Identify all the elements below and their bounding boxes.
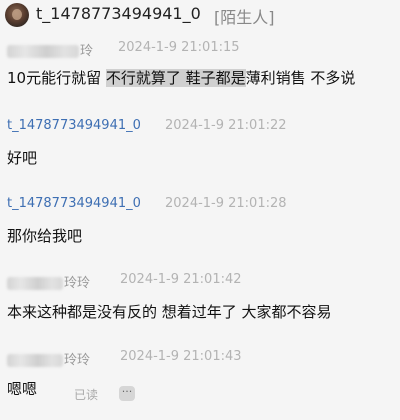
message-text: 10元能行就留 不行就算了 鞋子都是薄利销售 不多说	[7, 69, 356, 87]
message-text: 嗯嗯	[7, 380, 38, 398]
redacted-name	[7, 354, 63, 367]
message-text: 那你给我吧	[7, 227, 83, 245]
message-sender[interactable]: 玲	[7, 40, 93, 59]
message-time: 2024-1-9 21:01:28	[165, 196, 287, 211]
message-time: 2024-1-9 21:01:22	[165, 118, 287, 133]
more-options-icon[interactable]: ···	[119, 386, 135, 401]
redacted-name	[7, 277, 63, 290]
message-time: 2024-1-9 21:01:42	[120, 272, 242, 287]
message-sender[interactable]: 玲玲	[7, 272, 90, 291]
message-text: 好吧	[7, 149, 38, 167]
contact-name[interactable]: t_1478773494941_0	[36, 4, 201, 23]
read-status: 已读	[74, 388, 99, 402]
stranger-tag: [陌生人]	[214, 8, 275, 27]
message-time: 2024-1-9 21:01:15	[118, 40, 240, 55]
chat-header: t_1478773494941_0 [陌生人]	[0, 0, 400, 28]
text-selection: 不行就算了 鞋子都是	[105, 69, 246, 87]
chat-window: t_1478773494941_0 [陌生人] 玲 2024-1-9 21:01…	[0, 0, 400, 420]
redacted-name	[7, 45, 79, 58]
message-time: 2024-1-9 21:01:43	[120, 349, 242, 364]
message-sender[interactable]: t_1478773494941_0	[7, 118, 141, 133]
contact-avatar[interactable]	[5, 3, 29, 27]
message-sender[interactable]: t_1478773494941_0	[7, 196, 141, 211]
message-sender[interactable]: 玲玲	[7, 349, 90, 368]
message-text: 本来这种都是没有反的 想着过年了 大家都不容易	[7, 303, 332, 321]
